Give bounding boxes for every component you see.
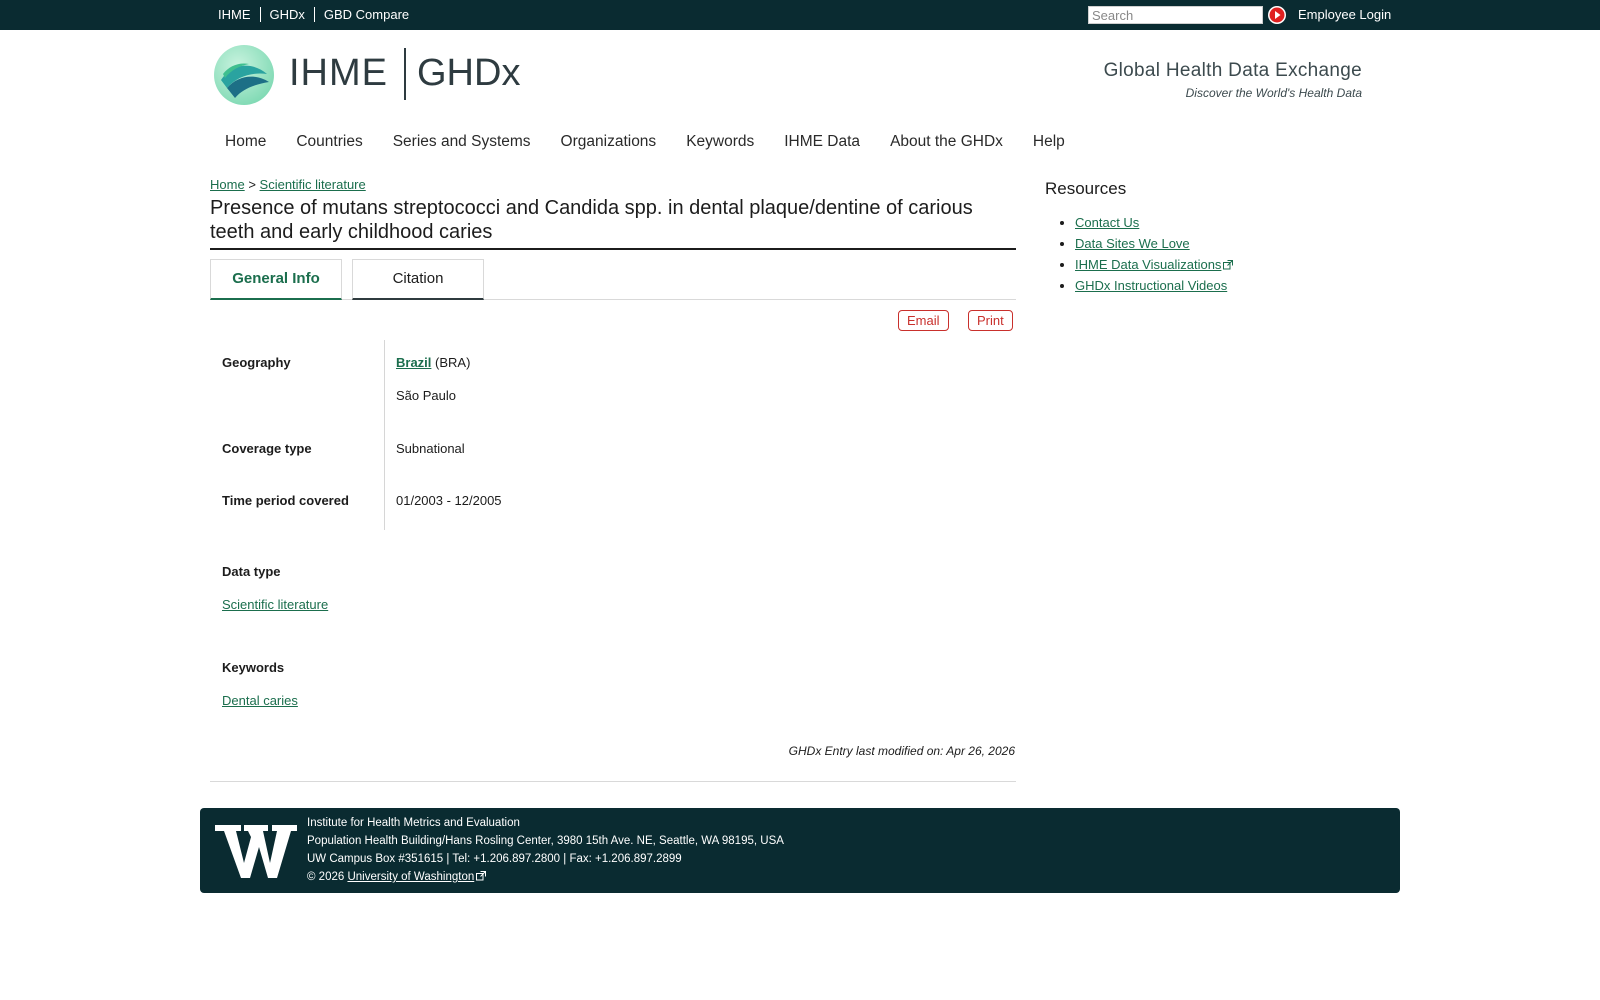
external-link-icon [1223, 260, 1234, 270]
geography-region: São Paulo [396, 388, 456, 403]
employee-login-link[interactable]: Employee Login [1298, 7, 1391, 22]
list-item: IHME Data Visualizations [1075, 254, 1234, 275]
print-button[interactable]: Print [968, 310, 1013, 331]
nav-item-ihme-data[interactable]: IHME Data [769, 133, 875, 151]
tab-citation[interactable]: Citation [352, 259, 484, 300]
site-footer: Institute for Health Metrics and Evaluat… [200, 808, 1400, 893]
ghdx-instructional-videos-link[interactable]: GHDx Instructional Videos [1075, 278, 1227, 293]
footer-address: Population Health Building/Hans Rosling … [307, 835, 784, 847]
breadcrumb-home-link[interactable]: Home [210, 177, 245, 192]
time-period-label: Time period covered [222, 493, 349, 508]
logo-ihme-text: IHME [289, 52, 388, 94]
list-item: Contact Us [1075, 212, 1233, 233]
nav-item-series-and-systems[interactable]: Series and Systems [378, 133, 546, 151]
top-utility-bar: IHME GHDx GBD Compare Employee Login [0, 0, 1600, 30]
site-logo[interactable]: IHME GHDx [213, 42, 533, 106]
data-type-link[interactable]: Scientific literature [222, 597, 328, 612]
nav-item-countries[interactable]: Countries [281, 133, 377, 151]
footer-copyright: © 2026 [307, 871, 345, 883]
geography-country-code: (BRA) [435, 355, 471, 370]
logo-divider [404, 48, 406, 100]
breadcrumb-current-link[interactable]: Scientific literature [260, 177, 366, 192]
last-modified-note: GHDx Entry last modified on: Apr 26, 202… [788, 744, 1015, 758]
main-nav: Home Countries Series and Systems Organi… [210, 133, 1080, 151]
geography-label: Geography [222, 355, 291, 370]
footer-contact: UW Campus Box #351615 | Tel: +1.206.897.… [307, 853, 682, 865]
nav-item-keywords[interactable]: Keywords [671, 133, 769, 151]
play-arrow-icon [1268, 6, 1286, 24]
top-link-gbd-compare[interactable]: GBD Compare [313, 7, 418, 22]
top-links: IHME GHDx GBD Compare [210, 7, 418, 22]
keyword-link[interactable]: Dental caries [222, 693, 298, 708]
footer-copyright-line: © 2026 University of Washington [307, 868, 784, 886]
uw-w-logo-icon[interactable] [215, 823, 297, 879]
list-item: Data Sites We Love [1075, 233, 1233, 254]
time-period-value: 01/2003 - 12/2005 [396, 493, 502, 508]
content-divider [210, 781, 1016, 782]
geography-country-link[interactable]: Brazil [396, 355, 431, 370]
nav-item-organizations[interactable]: Organizations [546, 133, 672, 151]
coverage-type-label: Coverage type [222, 441, 312, 456]
page-title: Presence of mutans streptococci and Cand… [210, 196, 1016, 250]
search-submit-button[interactable] [1268, 6, 1286, 24]
site-tagline: Discover the World's Health Data [1185, 86, 1362, 100]
email-button[interactable]: Email [898, 310, 949, 331]
top-link-ihme[interactable]: IHME [210, 7, 260, 22]
nav-item-about-the-ghdx[interactable]: About the GHDx [875, 133, 1018, 151]
nav-item-home[interactable]: Home [210, 133, 281, 151]
keywords-label: Keywords [222, 660, 285, 675]
footer-text: Institute for Health Metrics and Evaluat… [307, 814, 784, 886]
university-of-washington-link[interactable]: University of Washington [347, 871, 474, 883]
ihme-data-visualizations-link[interactable]: IHME Data Visualizations [1075, 257, 1221, 272]
coverage-type-value: Subnational [396, 441, 465, 456]
logo-ghdx-text: GHDx [417, 52, 521, 94]
top-link-ghdx[interactable]: GHDx [259, 7, 314, 22]
tab-general-info[interactable]: General Info [210, 259, 342, 300]
content-tabs: General Info Citation [210, 259, 1016, 300]
geography-value: Brazil (BRA) [396, 355, 470, 370]
info-divider [384, 340, 385, 530]
ihme-leaf-logo-icon [214, 45, 274, 105]
data-type-label: Data type [222, 564, 281, 579]
nav-item-help[interactable]: Help [1018, 133, 1080, 151]
resources-heading: Resources [1045, 179, 1127, 198]
search-input[interactable] [1088, 6, 1263, 24]
list-item: GHDx Instructional Videos [1075, 275, 1233, 296]
breadcrumb-separator: > [248, 177, 256, 192]
footer-institute: Institute for Health Metrics and Evaluat… [307, 817, 520, 829]
breadcrumb: Home > Scientific literature [210, 177, 366, 192]
external-link-icon [476, 871, 487, 881]
contact-us-link[interactable]: Contact Us [1075, 215, 1139, 230]
site-title: Global Health Data Exchange [1103, 60, 1362, 81]
resources-list: Contact Us Data Sites We Love IHME Data … [1045, 212, 1234, 296]
data-sites-we-love-link[interactable]: Data Sites We Love [1075, 236, 1190, 251]
